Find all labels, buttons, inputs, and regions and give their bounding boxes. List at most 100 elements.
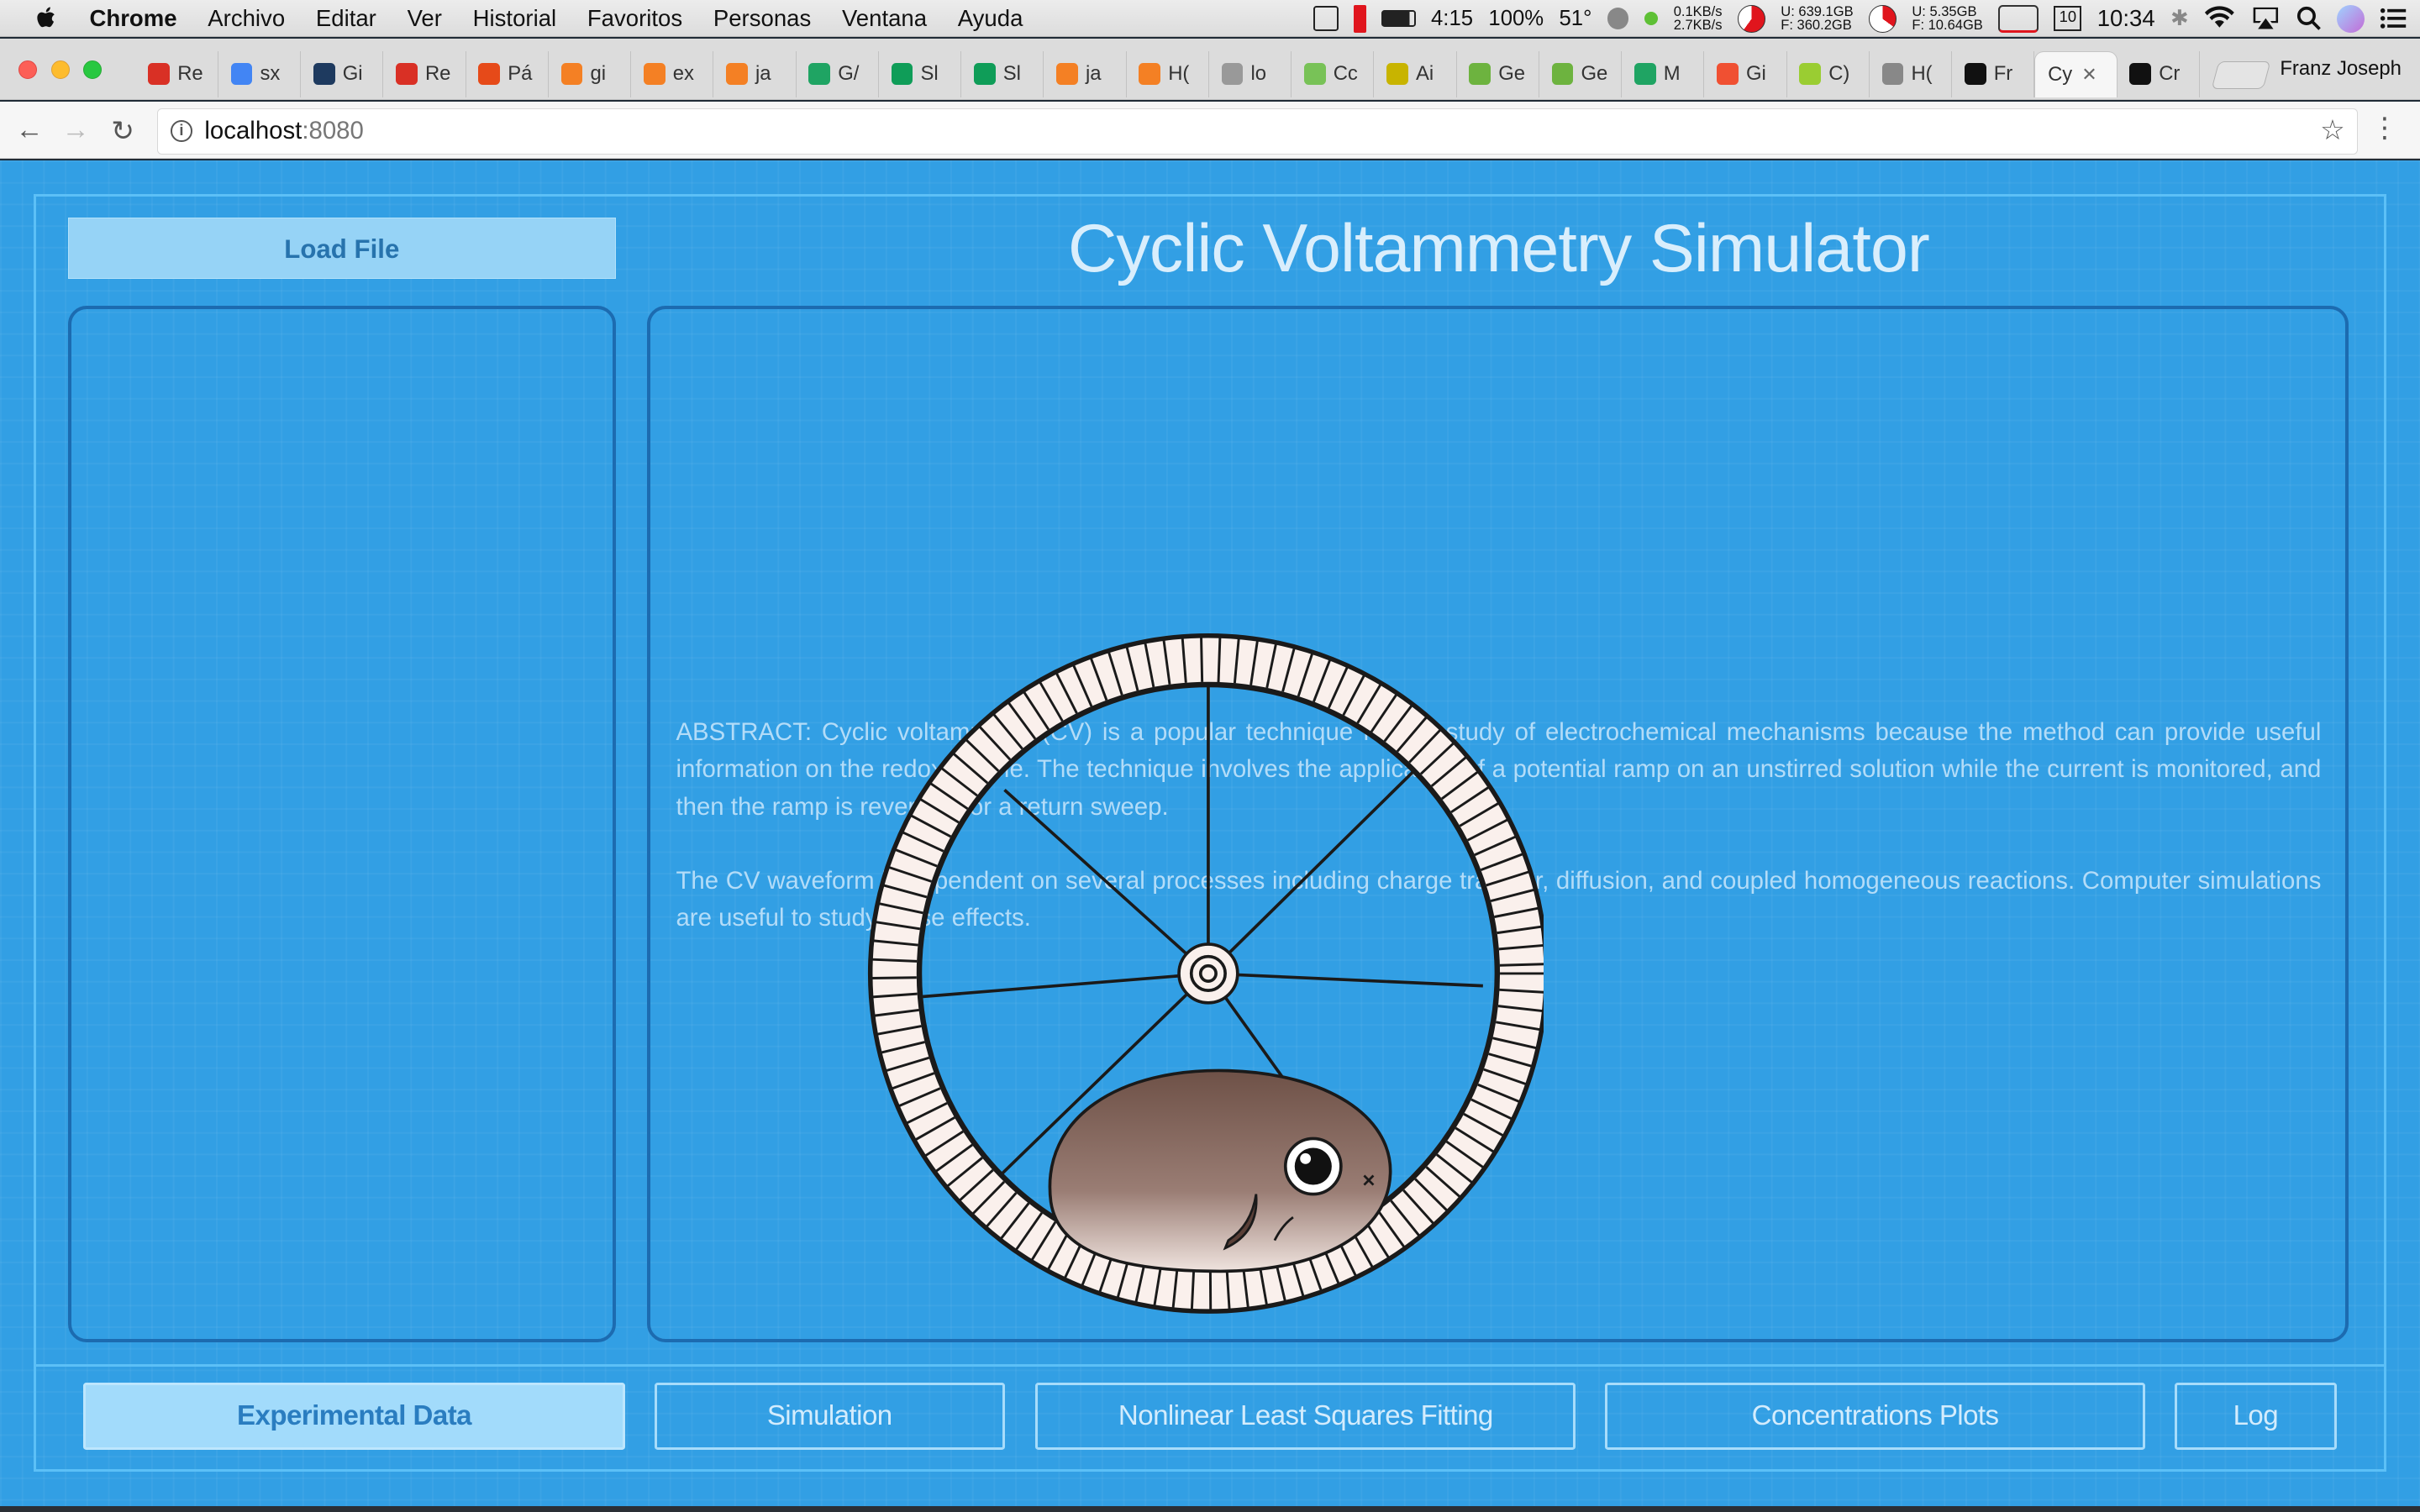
apple-icon[interactable]: [31, 3, 62, 34]
tab-label: H(: [1911, 62, 1933, 86]
menu-historial[interactable]: Historial: [473, 5, 557, 32]
disk2-free: F: 10.64GB: [1912, 17, 1983, 34]
address-host: localhost: [204, 117, 302, 145]
menu-archivo[interactable]: Archivo: [208, 5, 285, 32]
battery-time: 4:15: [1431, 6, 1474, 30]
browser-tab[interactable]: Sl: [879, 50, 962, 97]
forward-arrow-icon[interactable]: →: [61, 114, 89, 146]
red-status-icon[interactable]: [1354, 4, 1366, 33]
browser-tab[interactable]: M: [1622, 50, 1705, 97]
cpu-graph-icon[interactable]: [1998, 4, 2039, 33]
tab-favicon-icon: [726, 63, 748, 85]
menu-ventana[interactable]: Ventana: [842, 5, 927, 32]
browser-tab[interactable]: Pá: [466, 50, 549, 97]
browser-tab[interactable]: Gi: [1704, 50, 1787, 97]
battery-icon[interactable]: [1381, 9, 1416, 28]
browser-tab[interactable]: Gi: [301, 50, 384, 97]
tab-label: Pá: [508, 62, 533, 86]
tab-label: sx: [260, 62, 281, 86]
disk-pie-icon[interactable]: [1737, 4, 1765, 33]
browser-tab[interactable]: ja: [1044, 50, 1127, 97]
tab-label: Gi: [1745, 62, 1766, 86]
tab-label: Re: [424, 62, 451, 86]
menu-ayuda[interactable]: Ayuda: [958, 5, 1023, 32]
browser-tab[interactable]: sx: [218, 50, 302, 97]
calendar-icon[interactable]: 10: [2054, 6, 2082, 31]
tab-label: C): [1828, 62, 1850, 86]
browser-tab[interactable]: G/: [797, 50, 879, 97]
disk-meter-1[interactable]: U: 639.1GB F: 360.2GB: [1781, 4, 1853, 33]
bookmark-status-icon[interactable]: [1313, 6, 1339, 31]
more-menu-icon[interactable]: ⋮: [2370, 111, 2398, 144]
tab-experimental-data[interactable]: Experimental Data: [83, 1382, 625, 1451]
zoom-window-button[interactable]: [83, 60, 103, 79]
back-arrow-icon[interactable]: ←: [15, 114, 43, 146]
menu-app-name[interactable]: Chrome: [89, 5, 176, 32]
browser-tab[interactable]: ja: [713, 50, 797, 97]
tab-label: gi: [590, 62, 607, 86]
browser-tab[interactable]: Ge: [1539, 50, 1623, 97]
browser-tab[interactable]: Re: [383, 50, 466, 97]
search-icon[interactable]: [2296, 6, 2321, 31]
menu-personas[interactable]: Personas: [713, 5, 811, 32]
menu-ver[interactable]: Ver: [408, 5, 442, 32]
tab-concentrations-plots[interactable]: Concentrations Plots: [1605, 1382, 2145, 1451]
reload-icon[interactable]: ↻: [111, 114, 134, 148]
network-meter[interactable]: 0.1KB/s 2.7KB/s: [1674, 4, 1723, 33]
tab-label: Re: [177, 62, 203, 86]
browser-tab[interactable]: lo: [1209, 50, 1292, 97]
tab-label: Gi: [342, 62, 363, 86]
tab-favicon-icon: [2129, 63, 2152, 85]
tab-log[interactable]: Log: [2174, 1382, 2337, 1451]
notification-center-icon[interactable]: [2380, 8, 2407, 29]
dock-edge: [0, 1505, 2420, 1512]
browser-tab[interactable]: Re: [136, 50, 218, 97]
tab-nonlinear-fitting[interactable]: Nonlinear Least Squares Fitting: [1035, 1382, 1576, 1451]
user-avatar-icon[interactable]: [2336, 4, 2365, 33]
browser-tab[interactable]: Sl: [961, 50, 1044, 97]
browser-tab[interactable]: Cc: [1292, 50, 1375, 97]
browser-tab[interactable]: gi: [549, 50, 632, 97]
browser-tab[interactable]: Ge: [1457, 50, 1539, 97]
tab-label: lo: [1250, 62, 1267, 86]
tab-favicon-icon: [1303, 63, 1326, 85]
menu-favoritos[interactable]: Favoritos: [587, 5, 682, 32]
tab-strip: Re sx Gi Re Pá gi ex ja G/Sl Sl ja H(lo Cc Ai Ge Ge M Gi C…: [0, 38, 2420, 101]
tab-label: Cy: [2048, 62, 2073, 86]
browser-tab[interactable]: H(: [1870, 50, 1953, 97]
airplay-icon[interactable]: [2250, 6, 2281, 30]
close-window-button[interactable]: [18, 60, 38, 79]
browser-tab[interactable]: Cy ✕: [2034, 50, 2118, 97]
tab-label: Ai: [1415, 62, 1434, 86]
tab-favicon-icon: [808, 63, 831, 85]
browser-toolbar: ← → ↻ i localhost :8080 ☆ ⋮: [0, 102, 2420, 160]
profile-name[interactable]: Franz Joseph: [2280, 57, 2402, 81]
browser-tab[interactable]: Ai: [1374, 50, 1457, 97]
tab-simulation[interactable]: Simulation: [654, 1382, 1005, 1451]
browser-tab[interactable]: Cr: [2118, 50, 2200, 97]
browser-tab[interactable]: ex: [631, 50, 714, 97]
bluetooth-icon[interactable]: ✱: [2170, 6, 2189, 31]
new-tab-button[interactable]: [2211, 61, 2272, 90]
tab-label: Fr: [1993, 62, 2013, 86]
clock[interactable]: 10:34: [2097, 5, 2155, 32]
disk-pie-icon-2[interactable]: [1868, 4, 1897, 33]
wifi-icon[interactable]: [2204, 6, 2235, 30]
bookmark-star-icon[interactable]: ☆: [2320, 113, 2345, 147]
hamster-wheel-icon: [868, 633, 1544, 1314]
close-tab-icon[interactable]: ✕: [2081, 64, 2096, 86]
disk-meter-2[interactable]: U: 5.35GB F: 10.64GB: [1912, 4, 1983, 34]
tab-label: ja: [755, 62, 771, 86]
tab-favicon-icon: [560, 63, 583, 85]
battery-percent: 100%: [1488, 6, 1544, 30]
menu-editar[interactable]: Editar: [316, 5, 376, 32]
info-icon[interactable]: i: [171, 120, 192, 142]
status-dot-icon[interactable]: [1644, 11, 1659, 26]
minimize-window-button[interactable]: [50, 60, 70, 79]
browser-tab[interactable]: C): [1787, 50, 1870, 97]
load-file-button[interactable]: Load File: [67, 217, 616, 280]
browser-tab[interactable]: Fr: [1952, 50, 2035, 97]
moon-icon[interactable]: [1607, 8, 1629, 29]
address-bar[interactable]: i localhost :8080 ☆: [157, 108, 2359, 155]
browser-tab[interactable]: H(: [1127, 50, 1209, 97]
